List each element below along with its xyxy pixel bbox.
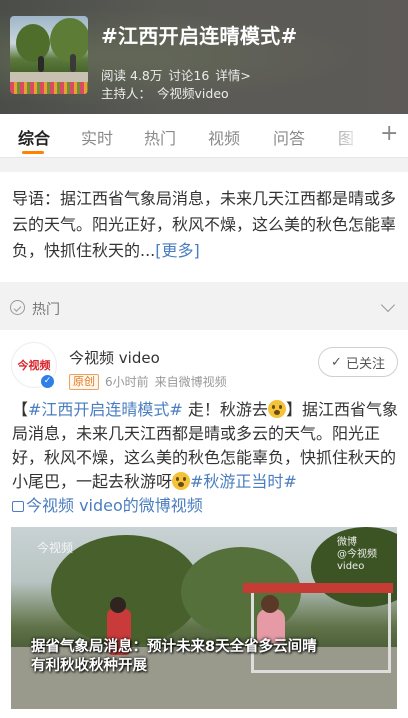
topic-guide: 导语：据江西省气象局消息，未来几天江西都是晴或多云的天气。阳光正好，秋风不燥，这… xyxy=(0,172,408,282)
video-watermark-left: 今视频 xyxy=(37,541,74,555)
follow-label: 已关注 xyxy=(345,356,385,372)
tab-video[interactable]: 视频 xyxy=(208,125,240,149)
guide-text: 导语：据江西省气象局消息，未来几天江西都是晴或多云的天气。阳光正好，秋风不燥，这… xyxy=(12,189,397,260)
post-text: 【#江西开启连晴模式# 走！秋游去 】据江西省气象局消息，未来几天江西都是晴或多云… xyxy=(12,400,398,515)
topic-thumbnail xyxy=(10,16,88,94)
tab-fade xyxy=(330,114,370,157)
tab-qa[interactable]: 问答 xyxy=(273,125,305,149)
host-line: 主持人： 今视频video xyxy=(101,83,229,102)
post-meta: 原创 6小时前 来自微博视频 xyxy=(69,373,227,390)
verified-icon: ✓ xyxy=(40,374,55,389)
avatar-text: 今视频 xyxy=(17,359,51,372)
topic-stats: 阅读 4.8万 讨论16 详情> xyxy=(101,65,251,84)
check-icon: ✓ xyxy=(331,354,342,370)
topic-header: #江西开启连晴模式# 阅读 4.8万 讨论16 详情> 主持人： 今视频vide… xyxy=(0,0,408,114)
discuss-count: 讨论16 xyxy=(168,68,210,83)
topic-title: #江西开启连晴模式# xyxy=(101,24,298,48)
tab-hot[interactable]: 热门 xyxy=(144,125,176,149)
post-source: 来自微博视频 xyxy=(154,375,227,389)
video-caption: 据省气象局消息：预计未来8天全省多云间晴 有利秋收秋种开展 xyxy=(31,639,317,674)
topic-hashtag-link[interactable]: #江西开启连晴模式# xyxy=(28,400,183,419)
details-link[interactable]: 详情> xyxy=(215,65,250,84)
scream-emoji-icon xyxy=(267,400,286,418)
hashtag-link[interactable]: #秋游正当时# xyxy=(190,472,297,491)
active-tab-indicator xyxy=(22,151,44,154)
author-name[interactable]: 今视频 video xyxy=(69,347,160,368)
post-time: 6小时前 xyxy=(105,375,149,389)
section-bar xyxy=(0,294,408,324)
smile-emoji-icon xyxy=(172,472,191,490)
video-link[interactable]: 今视频 video的微博视频 xyxy=(12,496,203,515)
host-name[interactable]: 今视频video xyxy=(157,83,229,102)
add-tab-icon[interactable]: + xyxy=(380,121,398,146)
tab-comprehensive[interactable]: 综合 xyxy=(18,125,50,149)
video-thumbnail[interactable]: 今视频 微博 @今视频video 据省气象局消息：预计未来8天全省多云间晴 有利… xyxy=(11,527,397,709)
read-count: 阅读 4.8万 xyxy=(101,68,163,83)
video-watermark-right: 微博 @今视频video xyxy=(337,537,377,572)
original-badge: 原创 xyxy=(69,373,99,390)
section-label: 热门 xyxy=(32,302,60,318)
hot-icon xyxy=(10,300,25,315)
host-label: 主持人： xyxy=(101,86,152,101)
tab-realtime[interactable]: 实时 xyxy=(81,125,113,149)
follow-button[interactable]: ✓ 已关注 xyxy=(318,347,398,377)
video-icon xyxy=(12,501,24,512)
guide-more-link[interactable]: [更多] xyxy=(155,241,200,260)
